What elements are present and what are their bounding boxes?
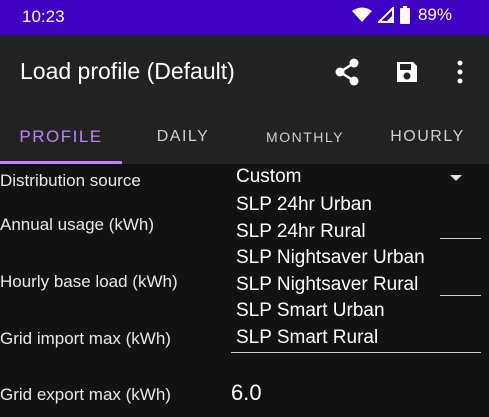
status-icons: 89% xyxy=(351,5,452,25)
dropdown-option[interactable]: SLP Smart Rural xyxy=(236,327,378,349)
wifi-icon xyxy=(351,7,372,23)
grid-export-max-field[interactable]: 6.0 xyxy=(231,380,262,406)
grid-import-max-field[interactable] xyxy=(231,352,481,353)
dropdown-option[interactable]: SLP Nightsaver Rural xyxy=(236,274,418,296)
dropdown-option[interactable]: SLP Nightsaver Urban xyxy=(236,247,425,269)
share-icon xyxy=(335,58,359,86)
dropdown-option[interactable]: SLP 24hr Rural xyxy=(236,221,366,243)
page-title: Load profile (Default) xyxy=(20,58,235,84)
more-vert-icon xyxy=(457,60,463,84)
tab-indicator xyxy=(0,161,122,164)
grid-import-max-label: Grid import max (kWh) xyxy=(0,329,171,348)
distribution-source-dropdown[interactable]: Custom xyxy=(236,166,301,188)
distribution-source-label: Distribution source xyxy=(0,171,141,190)
tab-monthly[interactable]: MONTHLY xyxy=(244,109,366,164)
hourly-base-load-field[interactable] xyxy=(440,295,481,296)
annual-usage-label: Annual usage (kWh) xyxy=(0,215,155,234)
app-bar: Load profile (Default) xyxy=(0,35,489,109)
share-button[interactable] xyxy=(330,55,364,89)
status-time: 10:23 xyxy=(22,7,65,26)
tab-profile[interactable]: PROFILE xyxy=(0,109,122,164)
tab-bar: PROFILE DAILY MONTHLY HOURLY xyxy=(0,109,489,164)
battery-icon xyxy=(399,6,410,24)
status-bar: 10:23 89% xyxy=(0,0,489,35)
annual-usage-field[interactable] xyxy=(440,238,481,239)
cell-signal-icon xyxy=(377,7,394,23)
hourly-base-load-label: Hourly base load (kWh) xyxy=(0,272,178,291)
more-options-button[interactable] xyxy=(443,55,477,89)
battery-percent: 89% xyxy=(417,5,452,24)
dropdown-option[interactable]: SLP 24hr Urban xyxy=(236,194,372,216)
save-icon xyxy=(397,62,417,82)
save-button[interactable] xyxy=(390,55,424,89)
grid-export-max-label: Grid export max (kWh) xyxy=(0,385,171,404)
tab-hourly[interactable]: HOURLY xyxy=(366,109,489,164)
dropdown-arrow-icon[interactable] xyxy=(450,175,462,181)
tab-daily[interactable]: DAILY xyxy=(122,109,244,164)
dropdown-option[interactable]: SLP Smart Urban xyxy=(236,300,385,322)
